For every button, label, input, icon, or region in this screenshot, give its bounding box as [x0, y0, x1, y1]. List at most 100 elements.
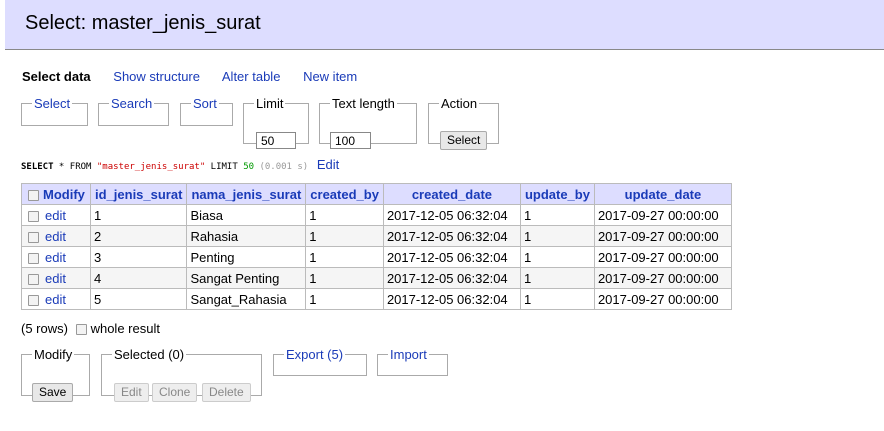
- column-header[interactable]: created_date: [382, 183, 521, 205]
- table-row: edit 1 Biasa 1 2017-12-05 06:32:04 1 201…: [21, 204, 732, 226]
- modify-legend: Modify: [34, 347, 73, 362]
- rows-count: (5 rows): [21, 321, 68, 336]
- row-actions-cell: edit: [21, 225, 91, 247]
- row-actions-cell: edit: [21, 246, 91, 268]
- search-fieldset[interactable]: Search: [98, 96, 169, 126]
- sql-query: SELECT * FROM "master_jenis_surat" LIMIT…: [21, 157, 339, 172]
- selected-fieldset: Selected (0) Edit Clone Delete: [101, 347, 262, 402]
- row-edit-link[interactable]: edit: [45, 250, 66, 265]
- table-cell: 5: [89, 288, 188, 310]
- whole-result-label[interactable]: whole result: [91, 321, 160, 336]
- table-cell: 2: [89, 225, 188, 247]
- column-header[interactable]: created_by: [305, 183, 384, 205]
- table-cell: 1: [519, 204, 595, 226]
- table-cell: 1: [305, 288, 384, 310]
- import-fieldset[interactable]: Import: [377, 347, 448, 376]
- column-header[interactable]: update_by: [519, 183, 595, 205]
- table-cell: 2017-12-05 06:32:04: [382, 267, 521, 289]
- action-legend: Action: [441, 96, 478, 111]
- table-cell: 2017-09-27 00:00:00: [593, 225, 732, 247]
- row-actions-cell: edit: [21, 288, 91, 310]
- action-fieldset: Action Select: [428, 96, 499, 150]
- select-button[interactable]: Select: [440, 131, 488, 150]
- select-fieldset[interactable]: Select: [21, 96, 88, 126]
- text-length-legend: Text length: [332, 96, 395, 111]
- table-cell: Sangat Penting: [186, 267, 307, 289]
- column-header[interactable]: update_date: [593, 183, 732, 205]
- search-legend[interactable]: Search: [109, 96, 154, 111]
- table-row: edit 5 Sangat_Rahasia 1 2017-12-05 06:32…: [21, 288, 732, 310]
- sql-time: (0.001 s): [254, 162, 309, 172]
- table-cell: 1: [519, 267, 595, 289]
- row-edit-link[interactable]: edit: [45, 208, 66, 223]
- sql-table-name: "master_jenis_surat": [96, 162, 206, 172]
- sql-limit-value: 50: [243, 162, 255, 172]
- row-checkbox[interactable]: [28, 210, 39, 222]
- save-button[interactable]: Save: [32, 383, 74, 402]
- text-length-fieldset: Text length 100: [319, 96, 417, 149]
- table-cell: 1: [519, 225, 595, 247]
- row-checkbox[interactable]: [28, 294, 39, 306]
- rows-info: (5 rows) whole result: [21, 321, 160, 336]
- limit-legend: Limit: [256, 96, 284, 111]
- table-row: edit 2 Rahasia 1 2017-12-05 06:32:04 1 2…: [21, 225, 732, 247]
- sql-edit-link[interactable]: Edit: [317, 157, 339, 172]
- column-header[interactable]: id_jenis_surat: [89, 183, 188, 205]
- row-edit-link[interactable]: edit: [45, 292, 66, 307]
- sql-keyword-limit: LIMIT: [205, 162, 244, 172]
- page-header: Select: master_jenis_surat: [5, 0, 884, 50]
- limit-input[interactable]: 50: [256, 132, 296, 149]
- limit-fieldset: Limit 50: [243, 96, 309, 149]
- sort-fieldset[interactable]: Sort: [180, 96, 233, 126]
- row-actions-cell: edit: [21, 267, 91, 289]
- modify-column-header: Modify: [21, 183, 91, 205]
- modify-fieldset: Modify Save: [21, 347, 90, 402]
- delete-button[interactable]: Delete: [202, 383, 251, 402]
- table-cell: Penting: [186, 246, 307, 268]
- nav-alter-table[interactable]: Alter table: [222, 69, 281, 84]
- table-cell: 2017-12-05 06:32:04: [382, 288, 521, 310]
- nav-new-item[interactable]: New item: [303, 69, 357, 84]
- table-cell: 1: [89, 204, 188, 226]
- select-all-checkbox[interactable]: [28, 189, 39, 201]
- sql-keyword-select: SELECT: [21, 162, 54, 172]
- data-table: Modify id_jenis_surat nama_jenis_surat c…: [21, 183, 732, 310]
- column-header[interactable]: nama_jenis_surat: [186, 183, 307, 205]
- select-legend[interactable]: Select: [32, 96, 72, 111]
- table-cell: 1: [305, 246, 384, 268]
- page-title: Select: master_jenis_surat: [25, 12, 261, 34]
- table-nav: Select data Show structure Alter table N…: [22, 69, 376, 84]
- table-cell: 1: [519, 246, 595, 268]
- table-cell: Biasa: [186, 204, 307, 226]
- modify-header-label[interactable]: Modify: [43, 187, 85, 202]
- row-checkbox[interactable]: [28, 252, 39, 264]
- edit-button[interactable]: Edit: [114, 383, 149, 402]
- table-cell: 1: [305, 225, 384, 247]
- table-cell: 2017-09-27 00:00:00: [593, 246, 732, 268]
- sort-legend[interactable]: Sort: [191, 96, 219, 111]
- row-actions-cell: edit: [21, 204, 91, 226]
- table-cell: 1: [519, 288, 595, 310]
- clone-button[interactable]: Clone: [152, 383, 198, 402]
- whole-result-checkbox[interactable]: [75, 324, 87, 336]
- export-legend[interactable]: Export (5): [284, 347, 345, 362]
- import-legend[interactable]: Import: [388, 347, 429, 362]
- export-fieldset[interactable]: Export (5): [273, 347, 367, 376]
- selected-legend: Selected (0): [114, 347, 185, 362]
- table-cell: 1: [305, 267, 384, 289]
- table-row: edit 3 Penting 1 2017-12-05 06:32:04 1 2…: [21, 246, 732, 268]
- row-edit-link[interactable]: edit: [45, 229, 66, 244]
- row-checkbox[interactable]: [28, 231, 39, 243]
- table-cell: 2017-09-27 00:00:00: [593, 267, 732, 289]
- nav-show-structure[interactable]: Show structure: [113, 69, 200, 84]
- table-cell: 2017-12-05 06:32:04: [382, 225, 521, 247]
- row-edit-link[interactable]: edit: [45, 271, 66, 286]
- table-header-row: Modify id_jenis_surat nama_jenis_surat c…: [21, 183, 732, 205]
- row-checkbox[interactable]: [28, 273, 39, 285]
- table-cell: 3: [89, 246, 188, 268]
- table-cell: Sangat_Rahasia: [186, 288, 307, 310]
- table-cell: 2017-09-27 00:00:00: [593, 288, 732, 310]
- text-length-input[interactable]: 100: [330, 132, 371, 149]
- table-cell: 2017-12-05 06:32:04: [382, 246, 521, 268]
- table-cell: 2017-12-05 06:32:04: [382, 204, 521, 226]
